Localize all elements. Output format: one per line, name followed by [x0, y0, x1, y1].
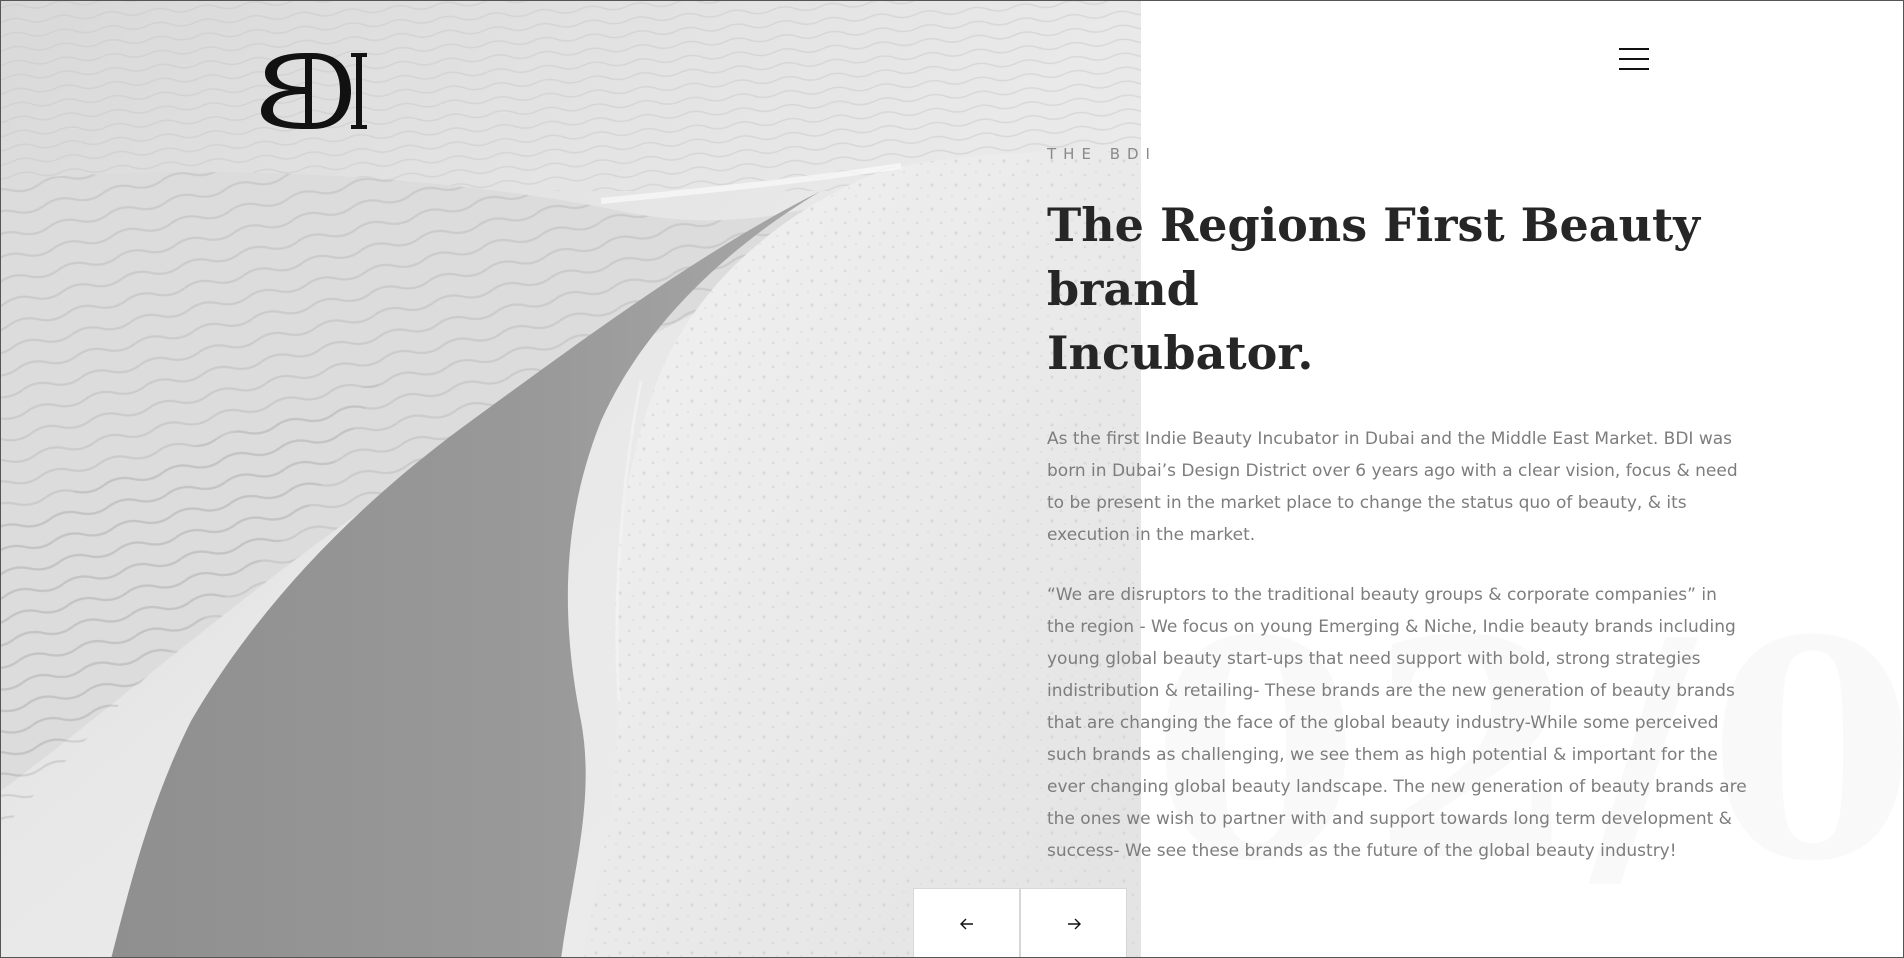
desert-dunes-image — [1, 1, 1141, 957]
bdi-logo[interactable] — [259, 51, 369, 131]
next-slide-button[interactable] — [1021, 889, 1126, 957]
prev-slide-button[interactable] — [914, 889, 1019, 957]
page-title: The Regions First Beauty brand Incubator… — [1047, 193, 1747, 385]
mission-paragraph: “We are disruptors to the traditional be… — [1047, 585, 1747, 861]
arrow-right-icon — [1067, 918, 1081, 930]
headline-line-1: The Regions First Beauty brand — [1047, 198, 1701, 316]
menu-line — [1619, 58, 1649, 60]
content-block: THE BDI The Regions First Beauty brand I… — [1047, 141, 1747, 867]
arrow-left-icon — [959, 918, 973, 930]
eyebrow-label: THE BDI — [1047, 145, 1157, 163]
headline-line-2: Incubator. — [1047, 326, 1314, 380]
menu-line — [1619, 68, 1649, 70]
slider-nav — [914, 889, 1126, 957]
page: 02/06 THE BDI The Regions First Beauty b… — [0, 0, 1904, 958]
menu-line — [1619, 48, 1649, 50]
hamburger-menu-icon[interactable] — [1617, 45, 1651, 73]
intro-paragraph: As the first Indie Beauty Incubator in D… — [1047, 429, 1738, 545]
